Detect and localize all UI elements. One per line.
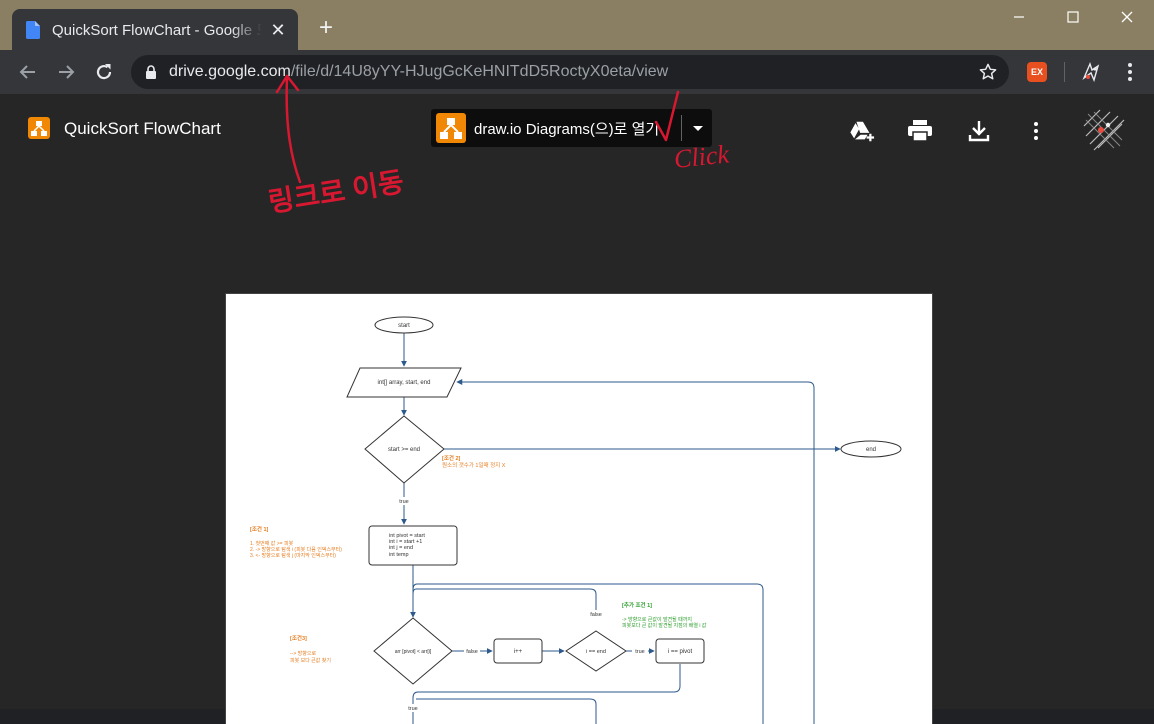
note-cond2-body: 원소의 갯수가 1일때 정지 X — [442, 461, 506, 469]
tab-close-icon[interactable]: ✕ — [268, 20, 288, 40]
account-avatar[interactable] — [1080, 106, 1128, 154]
drawio-file-icon — [28, 117, 50, 139]
docs-file-icon — [26, 20, 40, 39]
note-cond3-title: [조건3] — [290, 634, 307, 642]
browser-menu-icon[interactable] — [1118, 60, 1142, 84]
flow-decision-1-label: start >= end — [388, 447, 420, 453]
reload-button[interactable] — [90, 58, 118, 86]
arrow-left-icon — [19, 65, 35, 79]
flow-input-label: int[] array, start, end — [378, 380, 431, 386]
browser-tab[interactable]: QuickSort FlowChart - Google 드라이브 ✕ — [12, 9, 298, 50]
toolbar-divider — [1064, 62, 1065, 82]
flow-decision-2-label: arr [pivot] < arr[i] — [395, 649, 432, 655]
download-button[interactable] — [966, 118, 992, 144]
flowchart-diagram: start int[] array, start, end start >= e… — [250, 316, 902, 724]
note-extra-line1: -> 방향으로 큰값이 발견될 때까지 — [622, 616, 692, 623]
viewer-header: QuickSort FlowChart draw.io Diagrams(으)로… — [0, 94, 1154, 164]
minimize-icon — [1014, 16, 1024, 18]
note-cond3-line2: 피봇 보다 큰값 찾기 — [290, 657, 331, 664]
note-cond1-title: [조건 1] — [250, 525, 269, 533]
flow-start-label: start — [398, 323, 410, 329]
chevron-down-icon[interactable] — [689, 119, 707, 137]
add-to-drive-button[interactable] — [849, 118, 875, 144]
extension-puzzle-icon[interactable] — [1080, 60, 1102, 84]
flow-decision-3-label: i == end — [586, 649, 606, 655]
url-host: drive.google.com — [169, 63, 291, 80]
diagram-page: start int[] array, start, end start >= e… — [226, 294, 932, 724]
note-cond1-line3: 3. <- 방향으로 탐색 j (마지막 인덱스부터) — [250, 552, 336, 559]
flow-end-label: end — [866, 447, 876, 453]
open-with-drawio-button[interactable]: draw.io Diagrams(으)로 열기 — [431, 109, 712, 147]
flow-false-mid-label: false — [466, 649, 478, 655]
flow-step-pivot-label: i == pivot — [668, 649, 693, 655]
init-line-4: int temp — [389, 552, 409, 558]
drive-file-viewer: QuickSort FlowChart draw.io Diagrams(으)로… — [0, 94, 1154, 724]
flow-true-bottom-label: true — [408, 706, 417, 712]
note-cond1-line1: 1. 첫번째 값 >= 피봇 — [250, 540, 294, 547]
open-with-divider — [681, 115, 682, 141]
url-path: /file/d/14U8yYY-HJugGcKeHNITdD5RoctyX0et… — [290, 63, 669, 80]
maximize-icon — [1067, 11, 1079, 23]
note-cond3-line1: --> 방향으로 — [290, 650, 316, 657]
maximize-button[interactable] — [1050, 2, 1096, 32]
more-actions-icon[interactable] — [1026, 118, 1046, 144]
file-name: QuickSort FlowChart — [64, 119, 221, 138]
lock-icon — [146, 65, 156, 79]
minimize-button[interactable] — [996, 2, 1042, 32]
tab-title: QuickSort FlowChart - Google 드라이브 — [52, 22, 262, 39]
browser-toolbar: drive.google.com/file/d/14U8yYY-HJugGcKe… — [0, 50, 1154, 94]
extension-ex-icon[interactable]: EX — [1027, 62, 1047, 82]
close-window-button[interactable] — [1104, 2, 1150, 32]
flow-true-right-label: true — [635, 649, 644, 655]
bookmark-star-icon[interactable] — [979, 63, 997, 81]
print-button[interactable] — [907, 118, 933, 144]
close-icon — [1121, 11, 1133, 23]
forward-button[interactable] — [52, 58, 80, 86]
print-icon — [908, 120, 932, 142]
flowchart-connectors — [401, 333, 841, 724]
reload-icon — [96, 64, 112, 80]
download-icon — [968, 121, 990, 142]
url-text[interactable]: drive.google.com/file/d/14U8yYY-HJugGcKe… — [169, 63, 668, 81]
flow-true-label: true — [399, 499, 408, 505]
note-cond2-title: [조건 2] — [442, 454, 461, 462]
flow-step-increment-label: i++ — [514, 649, 523, 655]
note-extra-title: [추가 조건 1] — [622, 601, 652, 609]
address-bar[interactable]: drive.google.com/file/d/14U8yYY-HJugGcKe… — [131, 55, 1009, 89]
note-cond1-line2: 2. -> 방향으로 탐색 i (피봇 다음 인덱스부터) — [250, 546, 342, 553]
add-to-drive-icon — [850, 121, 875, 142]
init-line-3: int j = end — [389, 545, 413, 551]
tab-strip: QuickSort FlowChart - Google 드라이브 ✕ + — [0, 0, 1154, 50]
arrow-right-icon — [59, 65, 75, 79]
flow-false-top-label: false — [590, 612, 602, 618]
back-button[interactable] — [14, 58, 42, 86]
new-tab-button[interactable]: + — [314, 16, 338, 41]
drawio-app-icon — [436, 113, 466, 143]
open-with-label: draw.io Diagrams(으)로 열기 — [474, 120, 660, 138]
note-extra-line2: 피봇보다 큰 값이 발견될 지점의 배열 i 값 — [622, 622, 707, 629]
